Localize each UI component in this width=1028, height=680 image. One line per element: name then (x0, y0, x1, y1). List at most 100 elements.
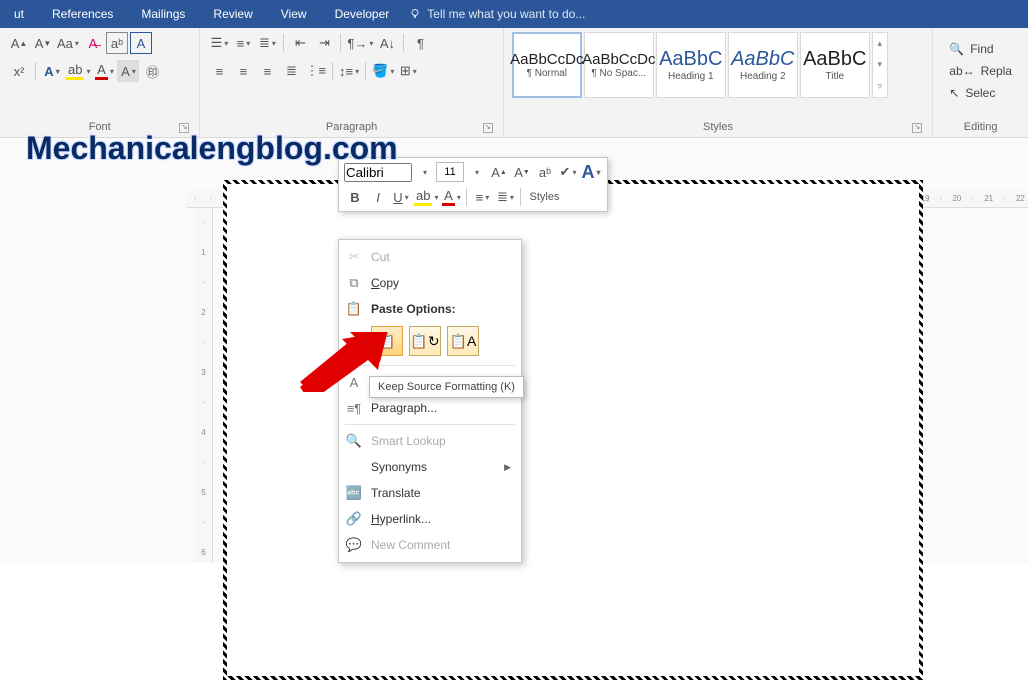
highlight-button[interactable]: ab (65, 60, 91, 82)
style-title[interactable]: AaBbCTitle (800, 32, 870, 98)
mini-font-color[interactable]: A (440, 186, 462, 208)
borders-button[interactable]: ⊞ (397, 60, 419, 82)
mini-font-name[interactable] (344, 163, 412, 182)
separator (365, 62, 366, 80)
paste-merge[interactable]: 📋↻ (409, 326, 441, 356)
style-heading1[interactable]: AaBbCHeading 1 (656, 32, 726, 98)
mini-italic[interactable]: I (367, 186, 389, 208)
mini-font-dropdown[interactable] (413, 161, 435, 183)
numbering-button[interactable]: ≡ (232, 32, 254, 54)
ctx-new-comment: 💬New Comment (339, 532, 521, 558)
style-normal[interactable]: AaBbCcDc¶ Normal (512, 32, 582, 98)
change-case-button[interactable]: Aa (56, 32, 80, 54)
group-label-editing: Editing (941, 121, 1020, 135)
paste-icon: 📋 (345, 300, 363, 318)
shrink-font-button[interactable]: A▼ (32, 32, 54, 54)
find-button[interactable]: 🔍Find (949, 38, 1012, 60)
tab-view[interactable]: View (267, 0, 321, 28)
tab-references[interactable]: References (38, 0, 127, 28)
paste-tooltip: Keep Source Formatting (K) (369, 376, 524, 398)
ltr-button[interactable]: ¶→ (346, 32, 374, 54)
tab-review[interactable]: Review (199, 0, 266, 28)
paste-text-only[interactable]: 📋A (447, 326, 479, 356)
ctx-paragraph[interactable]: ≡¶Paragraph... (339, 395, 521, 421)
replace-icon: ab↔ (949, 64, 974, 78)
comment-icon: 💬 (345, 536, 363, 554)
font-color-button[interactable]: A (93, 60, 115, 82)
show-marks-button[interactable]: ¶ (409, 32, 431, 54)
clear-formatting-button[interactable]: A̶ (82, 32, 104, 54)
line-spacing-button[interactable]: ↕≡ (338, 60, 360, 82)
text-effects-button[interactable]: A (41, 60, 63, 82)
styles-dialog-launcher[interactable]: ↘ (912, 123, 922, 133)
sort-button[interactable]: A↓ (376, 32, 398, 54)
shading-button[interactable]: A (117, 60, 139, 82)
styles-more-icon[interactable]: ▿ (873, 76, 887, 97)
grow-font-button[interactable]: A▲ (8, 32, 30, 54)
translate-icon: 🔤 (345, 484, 363, 502)
multilevel-list-button[interactable]: ≣ (256, 32, 278, 54)
justify-button[interactable]: ≣ (280, 60, 302, 82)
paragraph-icon: ≡¶ (345, 399, 363, 417)
tab-developer[interactable]: Developer (321, 0, 404, 28)
mini-highlight[interactable]: ab (413, 186, 439, 208)
character-border-button[interactable]: A (130, 32, 152, 54)
align-right-button[interactable]: ≡ (256, 60, 278, 82)
mini-bullets[interactable]: ≡ (471, 186, 493, 208)
mini-numbering[interactable]: ≣ (494, 186, 516, 208)
tab-mailings[interactable]: Mailings (127, 0, 199, 28)
mini-styles-icon[interactable]: A (580, 161, 602, 183)
replace-button[interactable]: ab↔Repla (949, 60, 1012, 82)
separator (345, 365, 515, 366)
enclose-characters-button[interactable]: ㊞ (141, 60, 163, 82)
paste-keep-source[interactable]: 📋 (371, 326, 403, 356)
group-editing: 🔍Find ab↔Repla ↖Selec Editing (933, 28, 1028, 137)
font-dialog-launcher[interactable]: ↘ (179, 123, 189, 133)
bullets-button[interactable]: ☰ (208, 32, 230, 54)
mini-styles-label[interactable]: Styles (525, 191, 563, 203)
scroll-up-icon[interactable]: ▴ (873, 33, 887, 54)
ctx-copy[interactable]: ⧉Copy (339, 270, 521, 296)
separator (520, 188, 521, 206)
superscript-button[interactable]: x² (8, 60, 30, 82)
tell-me-placeholder: Tell me what you want to do... (427, 7, 585, 21)
group-label-paragraph: Paragraph↘ (208, 121, 494, 135)
select-button[interactable]: ↖Selec (949, 82, 1012, 104)
group-label-styles: Styles↘ (512, 121, 925, 135)
ribbon: A▲ A▼ Aa A̶ aᵇ A x² A ab A A ㊞ Font↘ ☰ (0, 28, 1028, 138)
paragraph-dialog-launcher[interactable]: ↘ (483, 123, 493, 133)
para-shading-button[interactable]: 🪣 (371, 60, 395, 82)
context-menu: ✂Cut ⧉Copy 📋Paste Options: 📋 📋↻ 📋A AFont… (338, 239, 522, 563)
align-center-button[interactable]: ≡ (232, 60, 254, 82)
mini-bold[interactable]: B (344, 186, 366, 208)
increase-indent-button[interactable]: ⇥ (313, 32, 335, 54)
font-icon: A (345, 373, 363, 391)
ctx-hyperlink[interactable]: 🔗Hyperlink... (339, 506, 521, 532)
mini-phonetic[interactable]: aᵇ (534, 161, 556, 183)
phonetic-guide-button[interactable]: aᵇ (106, 32, 128, 54)
mini-format-painter[interactable]: ✔ (557, 161, 579, 183)
scroll-down-icon[interactable]: ▾ (873, 54, 887, 75)
mini-underline[interactable]: U (390, 186, 412, 208)
style-nospacing[interactable]: AaBbCcDc¶ No Spac... (584, 32, 654, 98)
separator (340, 34, 341, 52)
tell-me[interactable]: Tell me what you want to do... (409, 7, 585, 21)
select-icon: ↖ (949, 86, 959, 100)
document-page[interactable] (223, 180, 923, 680)
ruler-vertical[interactable]: ·1·2·3·4·5·6·7·8·9·10·11 (195, 208, 213, 563)
mini-shrink-font[interactable]: A▼ (511, 161, 533, 183)
mini-font-size[interactable] (436, 162, 464, 182)
style-heading2[interactable]: AaBbCHeading 2 (728, 32, 798, 98)
mini-grow-font[interactable]: A▲ (488, 161, 510, 183)
styles-scroll[interactable]: ▴▾▿ (872, 32, 888, 98)
ctx-synonyms[interactable]: Synonyms▶ (339, 454, 521, 480)
align-left-button[interactable]: ≡ (208, 60, 230, 82)
group-styles: AaBbCcDc¶ Normal AaBbCcDc¶ No Spac... Aa… (504, 28, 934, 137)
synonyms-icon (345, 458, 363, 476)
distributed-button[interactable]: ⋮≡ (304, 60, 327, 82)
mini-size-dropdown[interactable] (465, 161, 487, 183)
decrease-indent-button[interactable]: ⇤ (289, 32, 311, 54)
ctx-translate[interactable]: 🔤Translate (339, 480, 521, 506)
tab-layout[interactable]: ut (0, 0, 38, 28)
styles-gallery: AaBbCcDc¶ Normal AaBbCcDc¶ No Spac... Aa… (512, 32, 925, 98)
